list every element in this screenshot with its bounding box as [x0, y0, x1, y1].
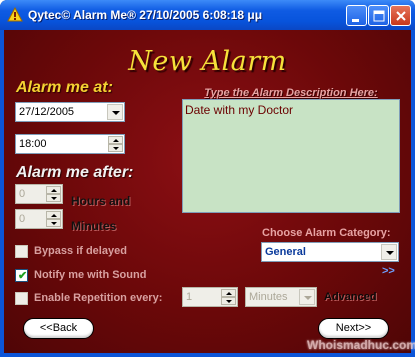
- maximize-button[interactable]: [368, 5, 389, 26]
- alarm-after-label: Alarm me after:: [16, 164, 134, 181]
- spin-down-icon[interactable]: [46, 194, 61, 202]
- watermark: Whoismadhuc.com: [307, 338, 415, 352]
- advanced-label: Advanced: [324, 291, 377, 303]
- title-bar[interactable]: Qytec© Alarm Me® 27/10/2005 6:08:18 μμ: [0, 0, 415, 30]
- time-stepper[interactable]: 18:00: [15, 134, 125, 154]
- category-value: General: [265, 246, 306, 258]
- category-label: Choose Alarm Category:: [262, 227, 391, 239]
- repeat-unit-value: Minutes: [249, 291, 288, 303]
- repeat-label: Enable Repetition every:: [34, 292, 163, 304]
- repeat-unit-select[interactable]: Minutes: [245, 287, 317, 307]
- hours-label: Hours and: [71, 194, 131, 208]
- repeat-spin-buttons[interactable]: [221, 289, 236, 305]
- chevron-down-icon[interactable]: [107, 104, 123, 120]
- window-title: Qytec© Alarm Me® 27/10/2005 6:08:18 μμ: [28, 8, 263, 22]
- close-button[interactable]: [390, 5, 411, 26]
- spin-up-icon[interactable]: [46, 186, 61, 194]
- spin-up-icon[interactable]: [108, 136, 123, 144]
- repeat-count-stepper[interactable]: 1: [182, 287, 238, 307]
- minutes-spin-buttons[interactable]: [46, 211, 61, 227]
- minutes-stepper[interactable]: 0: [15, 209, 63, 229]
- sound-checkbox-box[interactable]: ✔: [15, 269, 28, 282]
- chevron-down-icon[interactable]: [299, 289, 315, 305]
- category-select[interactable]: General: [261, 242, 399, 262]
- repeat-count-value: 1: [186, 291, 193, 303]
- alarm-at-label: Alarm me at:: [16, 79, 113, 96]
- checkmark-icon: ✔: [18, 270, 28, 282]
- next-button[interactable]: Next>>: [318, 318, 389, 339]
- bypass-checkbox-box[interactable]: [15, 245, 28, 258]
- time-value: 18:00: [19, 138, 47, 150]
- back-button[interactable]: <<Back: [23, 318, 94, 339]
- date-picker[interactable]: 27/12/2005: [15, 102, 125, 122]
- hours-spin-buttons[interactable]: [46, 186, 61, 202]
- minutes-label: Minutes: [71, 219, 117, 233]
- repeat-checkbox-box[interactable]: [15, 292, 28, 305]
- chevron-down-icon[interactable]: [381, 244, 397, 260]
- minimize-icon: [352, 19, 359, 22]
- close-icon: [396, 11, 406, 21]
- spin-up-icon[interactable]: [221, 289, 236, 297]
- maximize-icon: [373, 10, 385, 22]
- window-frame-right: [411, 30, 415, 357]
- spin-down-icon[interactable]: [46, 219, 61, 227]
- minimize-button[interactable]: [346, 5, 367, 26]
- description-textarea[interactable]: Date with my Doctor: [182, 99, 400, 213]
- spin-down-icon[interactable]: [221, 297, 236, 305]
- description-value: Date with my Doctor: [185, 103, 294, 117]
- date-value: 27/12/2005: [19, 106, 75, 118]
- spin-up-icon[interactable]: [46, 211, 61, 219]
- sound-label: Notify me with Sound: [34, 269, 147, 281]
- hours-value: 0: [19, 188, 26, 200]
- hours-stepper[interactable]: 0: [15, 184, 63, 204]
- window-frame-bottom: [0, 353, 415, 357]
- alarm-app-icon: [7, 7, 23, 22]
- time-spin-buttons[interactable]: [108, 136, 123, 152]
- minutes-value: 0: [19, 213, 26, 225]
- bypass-label: Bypass if delayed: [34, 245, 127, 257]
- expand-chevron[interactable]: >>: [382, 265, 395, 277]
- page-title: New Alarm: [128, 46, 287, 77]
- alarm-window: Qytec© Alarm Me® 27/10/2005 6:08:18 μμ N…: [0, 0, 415, 357]
- spin-down-icon[interactable]: [108, 144, 123, 152]
- description-label: Type the Alarm Description Here:: [204, 87, 378, 99]
